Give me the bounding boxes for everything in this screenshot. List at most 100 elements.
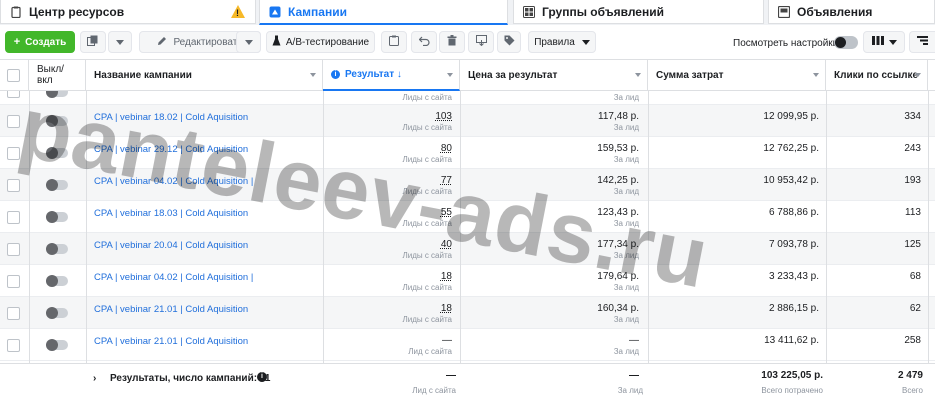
campaign-name-link[interactable]: CPA | vebinar 29.12 | Cold Aquisition [94,144,248,155]
campaign-name-link[interactable]: CPA | vebinar 18.02 | Cold Aquisition [94,112,248,123]
toolbar: + Создать Редактировать A/B-тестирование [0,25,935,60]
info-icon[interactable]: i [331,70,340,79]
clipboard-icon [10,6,22,18]
totals-clicks: 2 479 [897,370,923,381]
tab-campaigns[interactable]: Кампании [259,0,508,25]
delete-button[interactable] [439,31,465,53]
cost-sub: За лид [613,219,639,228]
rules-dropdown[interactable]: Правила [528,31,596,53]
view-settings-toggle[interactable] [834,36,858,49]
result-value[interactable]: 18 [441,271,452,282]
tab-ads[interactable]: Объявления [768,0,935,24]
row-checkbox[interactable] [7,211,20,224]
duplicate-dropdown[interactable] [108,31,132,53]
row-toggle[interactable] [46,147,68,159]
row-toggle[interactable] [46,275,68,287]
chevron-right-icon[interactable]: › [93,373,96,384]
column-header-toggle[interactable]: Выкл/ вкл [29,60,86,91]
column-header-spend[interactable]: Сумма затрат [648,60,826,91]
ab-test-button[interactable]: A/B-тестирование [266,31,375,53]
column-menu-icon[interactable] [447,73,453,77]
row-checkbox[interactable] [7,243,20,256]
select-all-checkbox[interactable] [7,69,20,82]
result-sub: Лиды с сайта [402,155,452,164]
result-sub: Лиды с сайта [402,123,452,132]
row-checkbox[interactable] [7,275,20,288]
result-value[interactable]: — [442,335,452,346]
column-menu-icon[interactable] [813,73,819,77]
row-toggle[interactable] [46,243,68,255]
row-checkbox[interactable] [7,91,20,98]
edit-dropdown[interactable] [236,31,261,53]
warning-icon[interactable]: ! [231,5,245,18]
column-menu-icon[interactable] [915,73,921,77]
campaign-name-link[interactable]: CPA | vebinar 21.01 | Cold Aquisition [94,304,248,315]
campaigns-icon [269,6,281,18]
tag-button[interactable] [497,31,521,53]
spend-value: 12 099,95 р. [763,111,819,122]
clicks-value: 62 [909,303,921,314]
table-row[interactable]: CPA | vebinar 04.02 | Cold Aquisition | 7… [0,169,935,201]
campaign-name-link[interactable]: CPA | vebinar 04.02 | Cold Aquisition | [94,176,253,187]
row-checkbox[interactable] [7,339,20,352]
result-value[interactable]: 55 [441,207,452,218]
table-row[interactable]: CPA | vebinar 18.02 | Cold Aquisition 103… [0,105,935,137]
totals-spend-sub: Всего потрачено [761,386,823,395]
column-header-name[interactable]: Название кампании [86,60,323,91]
cost-sub: За лид [613,155,639,164]
spend-value: 3 233,43 р. [768,271,819,282]
info-icon[interactable]: i [257,372,267,382]
export-button[interactable] [468,31,494,53]
row-checkbox[interactable] [7,179,20,192]
tab-bar: Центр ресурсов ! Кампании Группы объявле… [0,0,935,25]
cost-sub: За лид [613,347,639,356]
result-value[interactable]: 80 [441,143,452,154]
tab-resource-center[interactable]: Центр ресурсов ! [0,0,256,24]
ab-test-label: A/B-тестирование [285,36,370,48]
create-button-label: Создать [25,36,67,48]
column-header-clicks[interactable]: Клики по ссылке [826,60,928,91]
column-divider [648,91,649,402]
campaign-name-link[interactable]: CPA | vebinar 20.04 | Cold Aquisition [94,240,248,251]
table-row[interactable]: CPA | vebinar 21.01 | Cold Aquisition — Ли… [0,329,935,361]
columns-dropdown[interactable] [863,31,905,53]
result-value[interactable]: 40 [441,239,452,250]
campaign-name-link[interactable]: CPA | vebinar 18.03 | Cold Aquisition [94,208,248,219]
table-row[interactable]: CPA | vebinar 04.02 | Cold Aquisition | 1… [0,265,935,297]
result-value[interactable]: 103 [435,111,452,122]
row-toggle[interactable] [46,211,68,223]
tab-ad-sets[interactable]: Группы объявлений [513,0,764,24]
cost-sub: За лид [613,93,639,102]
row-toggle[interactable] [46,339,68,351]
column-menu-icon[interactable] [310,73,316,77]
clicks-value: 125 [904,239,921,250]
duplicate-button[interactable] [80,31,106,53]
row-toggle[interactable] [46,115,68,127]
table-row[interactable]: CPA | vebinar 29.12 | Cold Aquisition 80 Л… [0,137,935,169]
result-value[interactable]: 77 [441,175,452,186]
row-checkbox[interactable] [7,307,20,320]
report-button[interactable] [381,31,407,53]
campaign-name-link[interactable]: CPA | vebinar 21.01 | Cold Aquisition [94,336,248,347]
chevron-down-icon [244,39,253,45]
cost-value: 177,34 р. [597,239,639,250]
column-header-cost[interactable]: Цена за результат [460,60,648,91]
column-divider [86,91,87,402]
row-toggle[interactable] [46,179,68,191]
result-value[interactable]: 18 [441,303,452,314]
plus-icon: + [13,35,21,48]
undo-button[interactable] [411,31,437,53]
row-toggle[interactable] [46,307,68,319]
row-checkbox[interactable] [7,147,20,160]
row-toggle[interactable] [46,91,68,98]
table-row[interactable]: CPA | vebinar 21.01 | Cold Aquisition 18 Л… [0,297,935,329]
column-divider [928,91,929,402]
table-row[interactable]: CPA | vebinar 20.04 | Cold Aquisition 40 Л… [0,233,935,265]
breakdown-dropdown[interactable] [909,31,935,53]
column-header-result[interactable]: i Результат ↓ [323,60,460,91]
row-checkbox[interactable] [7,115,20,128]
create-button[interactable]: + Создать [5,31,75,53]
column-menu-icon[interactable] [635,73,641,77]
campaign-name-link[interactable]: CPA | vebinar 04.02 | Cold Aquisition | [94,272,253,283]
table-row[interactable]: CPA | vebinar 18.03 | Cold Aquisition 55 Л… [0,201,935,233]
